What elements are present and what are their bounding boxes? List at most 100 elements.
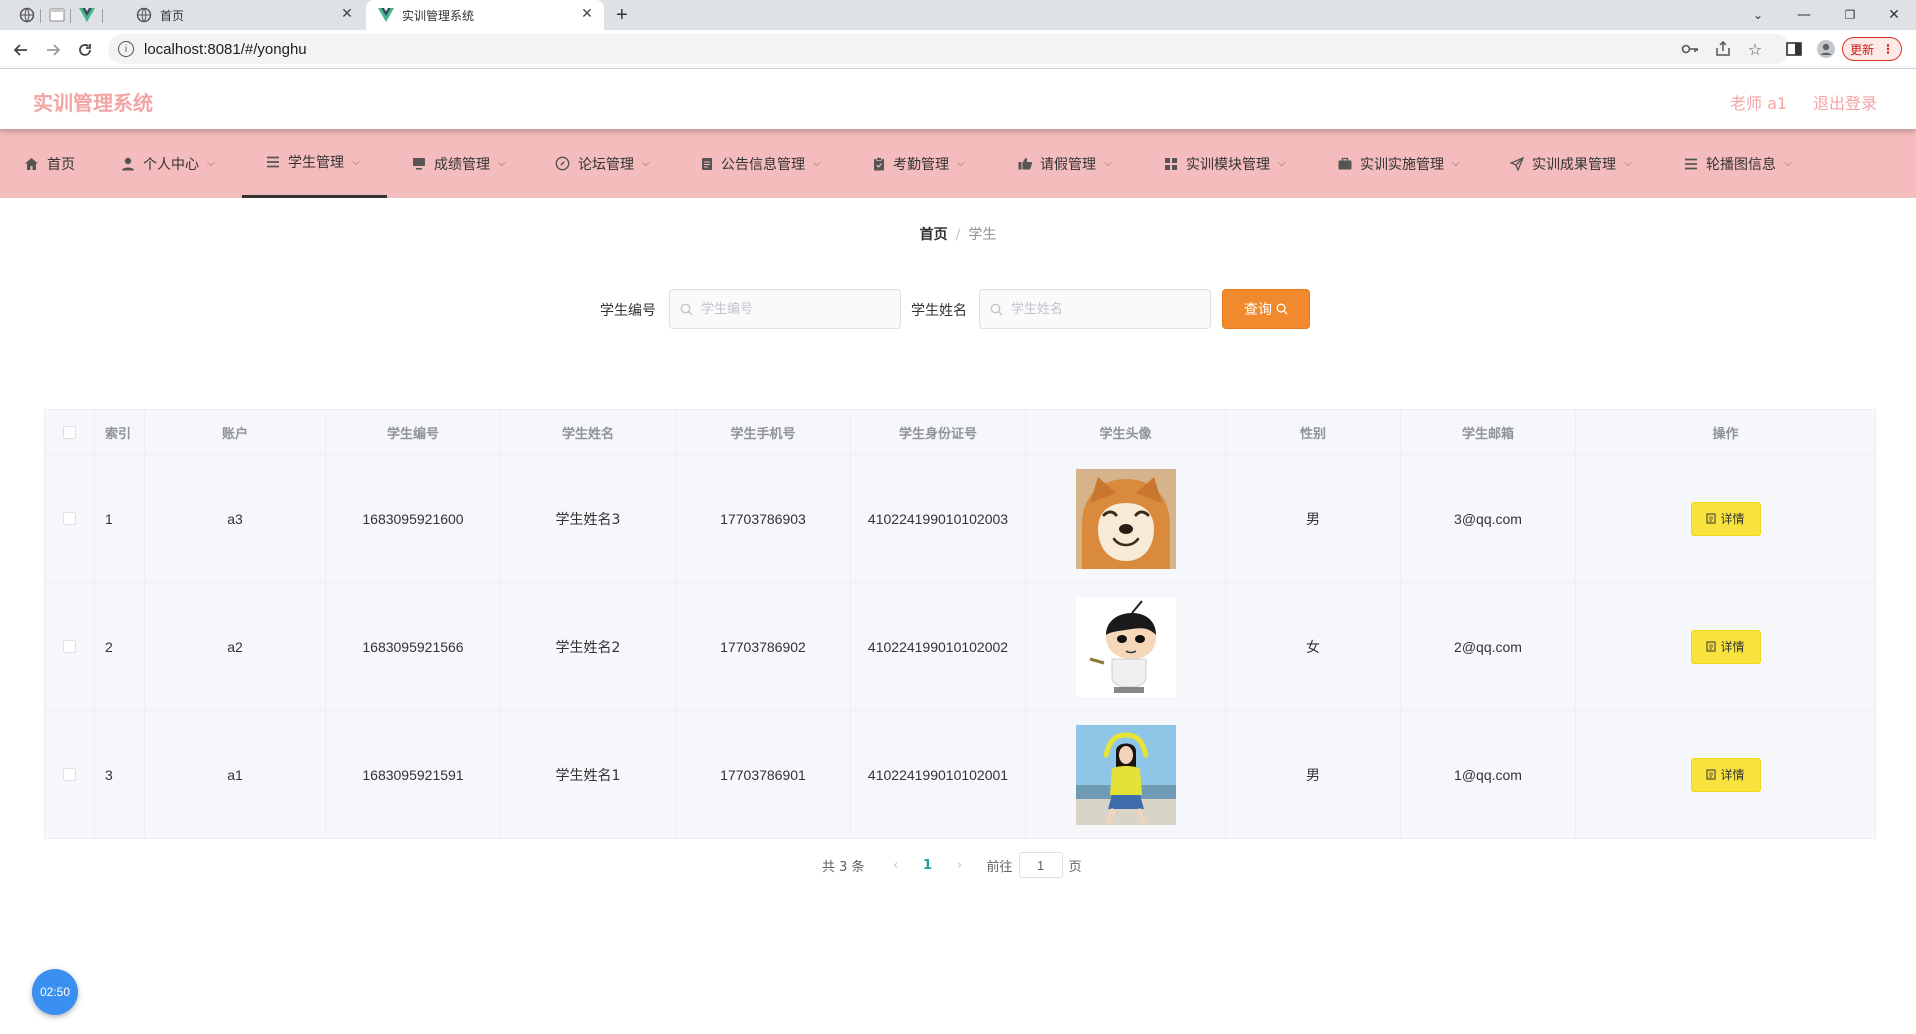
address-url[interactable]: localhost:8081/#/yonghu xyxy=(144,41,307,58)
column-header: 学生头像 xyxy=(1026,410,1226,454)
breadcrumb-separator: / xyxy=(955,227,961,243)
column-header: 学生身份证号 xyxy=(851,410,1026,454)
chevron-down-icon: ⌵ xyxy=(207,158,215,169)
menu-item-training-module-management[interactable]: 实训模块管理 ⌵ xyxy=(1164,129,1286,198)
cell-index: 3 xyxy=(95,711,145,838)
row-checkbox[interactable] xyxy=(63,512,76,525)
student-name-label: 学生姓名 xyxy=(911,303,967,319)
column-header: 学生编号 xyxy=(326,410,501,454)
pinned-tab-blank-icon[interactable] xyxy=(48,6,66,24)
new-tab-plus-icon[interactable]: + xyxy=(616,0,636,30)
menu-item-leave-management[interactable]: 请假管理 ⌵ xyxy=(1018,129,1112,198)
update-button[interactable]: 更新 ⋮ xyxy=(1842,37,1902,61)
chevron-down-icon: ⌵ xyxy=(813,158,821,169)
pinned-tab-globe-icon[interactable] xyxy=(18,6,36,24)
logout-link[interactable]: 退出登录 xyxy=(1813,90,1877,114)
query-button[interactable]: 查询 xyxy=(1222,289,1310,329)
shiba-dog-avatar[interactable] xyxy=(1075,468,1176,569)
cell-avatar xyxy=(1026,711,1226,838)
query-label: 查询 xyxy=(1244,302,1272,318)
row-checkbox[interactable] xyxy=(63,640,76,653)
column-header: 性别 xyxy=(1226,410,1401,454)
tab-title: 首页 xyxy=(160,8,185,23)
chevron-down-icon: ⌵ xyxy=(498,158,506,169)
minimize-icon[interactable]: — xyxy=(1782,0,1826,30)
menu-item-label: 首页 xyxy=(47,156,75,173)
prev-page-chevron-icon[interactable]: ‹ xyxy=(881,858,911,873)
tab-home[interactable]: 首页 ✕ xyxy=(106,0,364,30)
cartoon-boy-avatar[interactable] xyxy=(1075,596,1176,697)
current-user-label: 老师 a1 xyxy=(1730,94,1788,113)
chevron-down-icon: ⌵ xyxy=(1104,158,1112,169)
pagination-goto-input[interactable] xyxy=(1018,852,1063,878)
pinned-tab-vue-icon[interactable] xyxy=(78,6,96,24)
briefcase-icon xyxy=(1338,157,1352,170)
menu-item-training-results-management[interactable]: 实训成果管理 ⌵ xyxy=(1510,129,1632,198)
cell-phone: 17703786902 xyxy=(676,583,851,710)
chevron-down-icon: ⌵ xyxy=(1278,158,1286,169)
next-page-chevron-icon[interactable]: › xyxy=(945,858,975,873)
menu-icon xyxy=(1685,158,1697,169)
student-no-input[interactable] xyxy=(699,300,873,318)
chevron-down-icon: ⌵ xyxy=(1452,158,1460,169)
breadcrumb-home-link[interactable]: 首页 xyxy=(920,227,948,243)
document-icon xyxy=(1706,769,1716,780)
bookmark-star-icon[interactable]: ☆ xyxy=(1745,39,1765,59)
forward-arrow-icon[interactable] xyxy=(42,39,64,61)
monitor-icon xyxy=(413,158,425,170)
document-icon xyxy=(1706,513,1716,524)
select-all-checkbox[interactable] xyxy=(63,425,76,439)
cell-actions: 详情 xyxy=(1576,455,1875,582)
pagination-page-1[interactable]: 1 xyxy=(911,858,945,873)
student-name-field[interactable] xyxy=(979,289,1211,329)
menu-item-student-management[interactable]: 学生管理 ⌵ xyxy=(242,129,387,198)
menu-item-home[interactable]: 首页 xyxy=(24,129,75,198)
password-key-icon[interactable] xyxy=(1680,39,1700,59)
menu-item-attendance-management[interactable]: 考勤管理 ⌵ xyxy=(873,129,965,198)
menu-item-personal-center[interactable]: 个人中心 ⌵ xyxy=(121,129,215,198)
menu-item-notice-management[interactable]: 公告信息管理 ⌵ xyxy=(701,129,821,198)
menu-item-label: 公告信息管理 xyxy=(721,156,805,173)
row-select-cell xyxy=(45,583,95,710)
tab-search-chevron-icon[interactable]: ⌄ xyxy=(1736,0,1780,30)
detail-button[interactable]: 详情 xyxy=(1690,629,1761,664)
detail-label: 详情 xyxy=(1720,640,1745,654)
app-header: 实训管理系统 老师 a1 退出登录 xyxy=(0,69,1916,129)
menu-item-training-implementation-management[interactable]: 实训实施管理 ⌵ xyxy=(1338,129,1460,198)
student-no-field[interactable] xyxy=(669,289,901,329)
column-header: 操作 xyxy=(1712,426,1739,442)
cell-account: a3 xyxy=(145,455,326,582)
app-brand-title: 实训管理系统 xyxy=(33,91,153,115)
window-close-icon[interactable]: ✕ xyxy=(1872,0,1916,30)
detail-label: 详情 xyxy=(1720,512,1745,526)
detail-button[interactable]: 详情 xyxy=(1690,501,1761,536)
cell-gender: 男 xyxy=(1226,455,1401,582)
globe-icon xyxy=(136,7,152,23)
column-header: 学生姓名 xyxy=(501,410,676,454)
reload-icon[interactable] xyxy=(74,39,96,61)
close-icon[interactable]: ✕ xyxy=(340,7,354,21)
tab-training-system[interactable]: 实训管理系统 ✕ xyxy=(366,0,604,30)
profile-avatar-icon[interactable] xyxy=(1816,39,1836,59)
row-checkbox[interactable] xyxy=(63,768,76,781)
back-arrow-icon[interactable] xyxy=(10,39,32,61)
share-icon[interactable] xyxy=(1713,39,1733,59)
menu-item-label: 考勤管理 xyxy=(893,156,949,173)
menu-item-forum-management[interactable]: 论坛管理 ⌵ xyxy=(555,129,650,198)
girl-beach-avatar[interactable] xyxy=(1075,724,1176,825)
address-bar[interactable]: i localhost:8081/#/yonghu xyxy=(108,34,1790,64)
search-icon xyxy=(1276,303,1288,315)
menu-item-carousel-info[interactable]: 轮播图信息 ⌵ xyxy=(1684,129,1792,198)
cell-account: a1 xyxy=(145,711,326,838)
restore-icon[interactable]: ❐ xyxy=(1828,0,1872,30)
detail-button[interactable]: 详情 xyxy=(1690,757,1761,792)
floating-timer-badge[interactable]: 02:50 xyxy=(32,969,78,1015)
compass-icon xyxy=(555,156,570,171)
menu-item-grade-management[interactable]: 成绩管理 ⌵ xyxy=(412,129,506,198)
side-panel-icon[interactable] xyxy=(1784,39,1804,59)
menu-item-label: 请假管理 xyxy=(1040,156,1096,173)
close-icon[interactable]: ✕ xyxy=(580,7,594,21)
site-info-icon[interactable]: i xyxy=(118,41,134,57)
column-header: 学生手机号 xyxy=(676,410,851,454)
student-name-input[interactable] xyxy=(1009,300,1183,318)
